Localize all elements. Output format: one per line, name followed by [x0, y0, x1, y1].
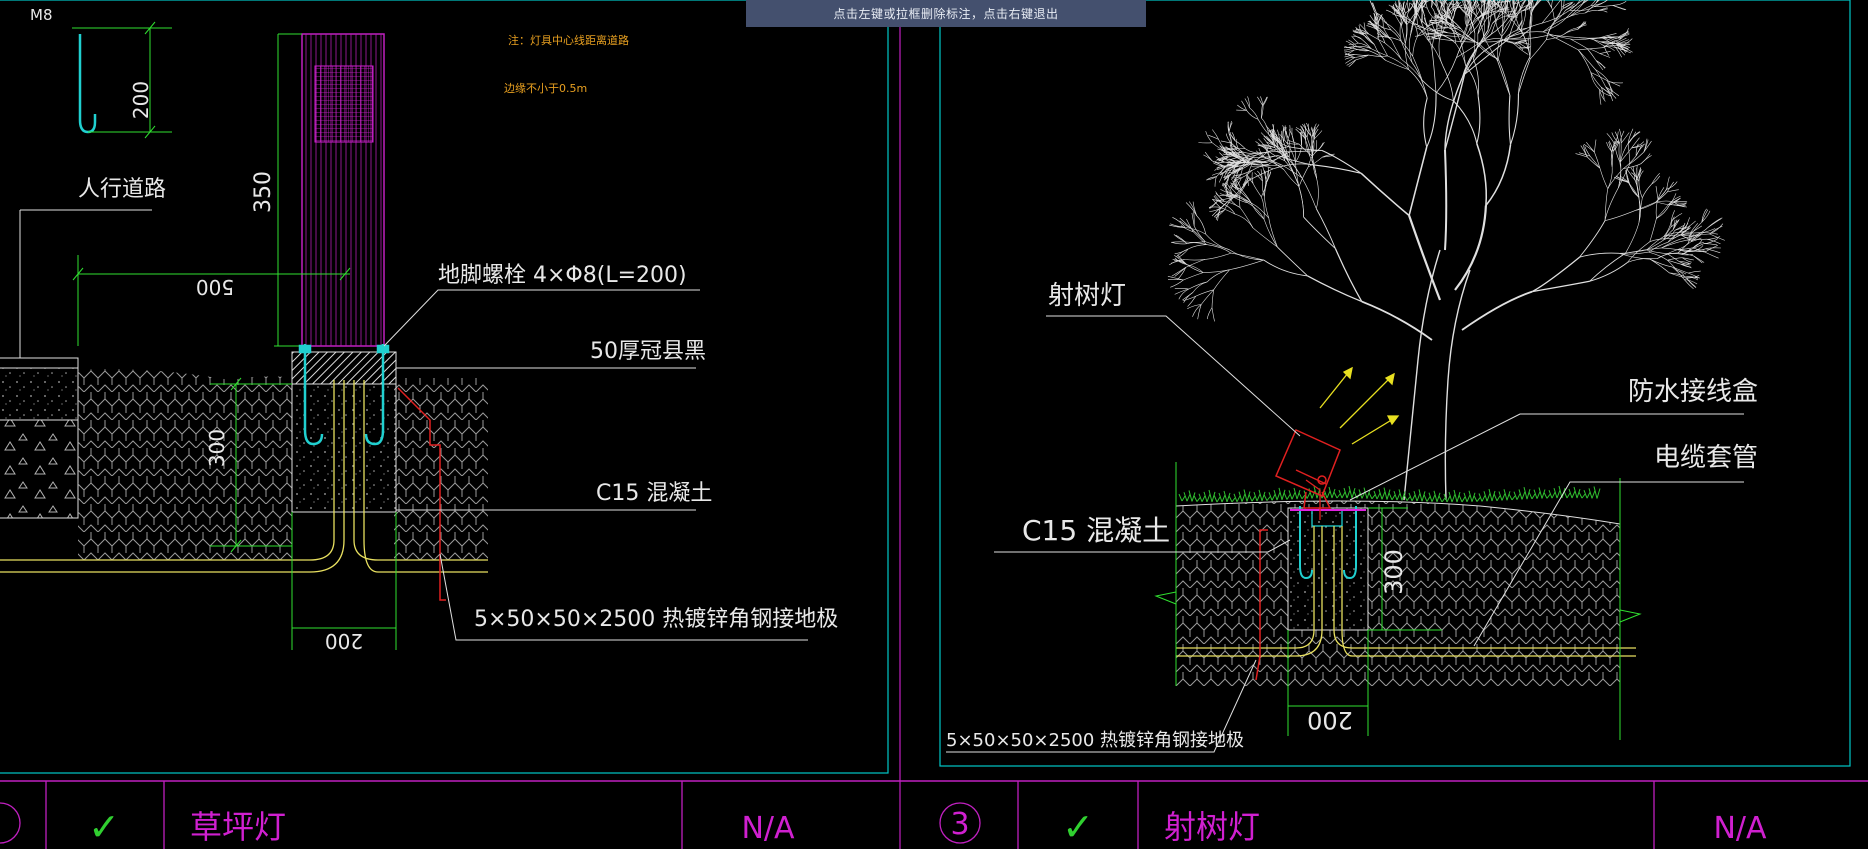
label-concrete-left: C15 混凝土: [596, 481, 712, 506]
dim-foundation-depth-text: 300: [205, 429, 229, 467]
tree-illustration: [1167, 0, 1725, 501]
dim-column-text: 350: [251, 171, 276, 213]
soil-hatch-right: [394, 378, 488, 560]
stone-cap: [291, 351, 397, 385]
command-prompt-banner[interactable]: 点击左键或拉框删除标注，点击右键退出: [746, 0, 1146, 27]
anchor-hook-detail: [78, 34, 97, 134]
label-sidewalk: 人行道路: [78, 177, 166, 202]
dim-uplight-width: 200: [1307, 706, 1353, 734]
label-uplight: 射树灯: [1048, 281, 1126, 311]
hook-dimension: [72, 21, 172, 139]
label-ground-electrode-left: 5×50×50×2500 热镀锌角钢接地极: [474, 607, 838, 632]
dim-hook-text: 200: [129, 81, 153, 119]
scale-left: N/A: [741, 811, 795, 846]
dim-uplight-depth: 300: [1380, 549, 1408, 595]
detail-name-right: 射树灯: [1164, 808, 1260, 846]
check-right: ✓: [1062, 805, 1094, 849]
note-line-2: 边缘不小于0.5m: [504, 82, 587, 95]
label-anchor-bolts: 地脚螺栓 4×Φ8(L=200): [438, 263, 687, 288]
right-detail-tree-uplight: 射树灯 防水接线盒 电缆套管 C15 混凝土 300 200 5×50×50×2…: [946, 0, 1758, 753]
scale-right: N/A: [1713, 811, 1767, 846]
check-left: ✓: [88, 805, 120, 849]
light-rays: [1319, 366, 1400, 445]
note-line-1: 注：灯具中心线距离道路: [508, 33, 629, 47]
lawn-light-column: [301, 33, 385, 347]
label-ground-electrode-right: 5×50×50×2500 热镀锌角钢接地极: [946, 730, 1244, 751]
hook-label: M8: [30, 6, 53, 24]
detail-name-left: 草坪灯: [190, 808, 286, 846]
label-stone-cap: 50厚冠县黑: [590, 339, 706, 364]
cad-drawing-canvas[interactable]: M8 200 350 500 300 200 人行道路 地脚螺栓 4×Φ8(L=…: [0, 0, 1868, 849]
label-waterproof-box: 防水接线盒: [1628, 377, 1758, 407]
label-concrete-right: C15 混凝土: [1022, 514, 1170, 547]
soil-hatch-left: [78, 369, 292, 560]
grass-line: [1178, 485, 1601, 503]
dim-width-text: 500: [196, 275, 234, 299]
left-detail-lawn-light: M8 200 350 500 300 200 人行道路 地脚螺栓 4×Φ8(L=…: [0, 6, 838, 653]
dim-foundation-width-text: 200: [325, 629, 363, 653]
title-bar: 3 ✓ ✓ 草坪灯 射树灯 N/A N/A: [0, 781, 1767, 849]
detail-number: 3: [950, 807, 969, 842]
label-cable-conduit: 电缆套管: [1654, 443, 1758, 473]
